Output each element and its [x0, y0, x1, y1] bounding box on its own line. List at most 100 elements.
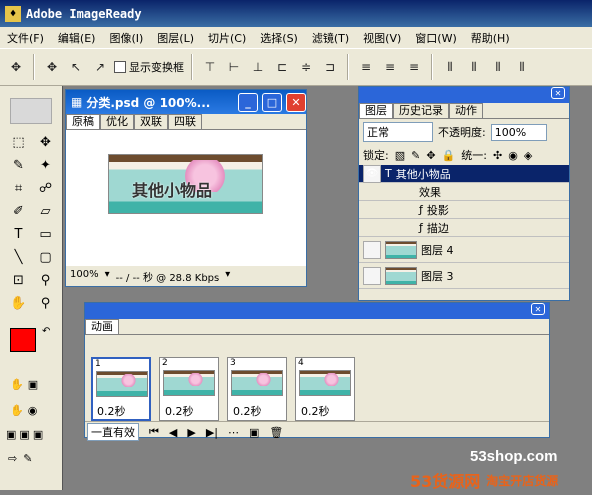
tab-history[interactable]: 历史记录	[393, 103, 449, 118]
distribute-extra-icon[interactable]: ⫴	[512, 57, 532, 77]
effect-shadow-row[interactable]: ƒ 投影	[359, 201, 569, 219]
zoom-select[interactable]: 100%	[70, 269, 99, 284]
move-option-icon[interactable]: ✥	[42, 57, 62, 77]
minimize-button[interactable]: _	[238, 92, 258, 112]
show-transform-checkbox[interactable]: 显示变换框	[114, 59, 184, 75]
browser-preview-icon[interactable]: ◉	[28, 404, 38, 424]
palette-close-button[interactable]: ✕	[551, 87, 565, 99]
maximize-button[interactable]: □	[262, 92, 282, 112]
brush-tool-icon[interactable]: ✐	[6, 201, 31, 221]
line-tool-icon[interactable]: ╲	[6, 247, 31, 267]
zoom-tool-icon[interactable]: ⚲	[33, 293, 58, 313]
swap-colors-icon[interactable]: ↶	[42, 326, 50, 337]
hand-toggle-icon[interactable]: ✋	[10, 378, 24, 398]
checkbox-icon[interactable]	[114, 61, 126, 73]
edit-in-icon[interactable]: ✎	[23, 452, 32, 465]
move-tool-icon[interactable]: ✥	[6, 57, 26, 77]
crop2-tool-icon[interactable]: ⊡	[6, 270, 31, 290]
status-dropdown-icon[interactable]: ▾	[225, 269, 230, 284]
align-right-icon[interactable]: ⊐	[320, 57, 340, 77]
marquee-tool-icon[interactable]: ⬚	[6, 132, 31, 152]
crop-tool-icon[interactable]: ⌗	[6, 178, 31, 198]
menu-image[interactable]: 图像(I)	[102, 30, 150, 46]
hand-tool-icon[interactable]: ✋	[6, 293, 31, 313]
next-frame-icon[interactable]: ▶|	[206, 426, 218, 439]
frame-2-delay[interactable]: 0.2秒	[165, 403, 194, 419]
zoom-dropdown-icon[interactable]: ▾	[105, 269, 110, 284]
layer-row-4[interactable]: 图层 4	[359, 237, 569, 263]
lock-move-icon[interactable]: ✥	[426, 149, 435, 162]
foreground-color-swatch[interactable]	[10, 328, 36, 352]
rectangle-tool-icon[interactable]: ▭	[33, 224, 58, 244]
tab-optimized[interactable]: 优化	[100, 114, 134, 129]
menu-view[interactable]: 视图(V)	[356, 30, 408, 46]
canvas-area[interactable]: 其他小物品	[66, 130, 306, 266]
distribute-top-icon[interactable]: ≡	[356, 57, 376, 77]
shape-tool-icon[interactable]: ▢	[33, 247, 58, 267]
lock-all-icon[interactable]: 🔒	[442, 149, 456, 162]
slice-tool-icon[interactable]: ☍	[33, 178, 58, 198]
duplicate-frame-icon[interactable]: ▣	[249, 426, 259, 439]
menu-select[interactable]: 选择(S)	[253, 30, 305, 46]
move-tool-icon[interactable]: ✥	[33, 132, 58, 152]
unify-style-icon[interactable]: ◈	[524, 149, 532, 162]
menu-help[interactable]: 帮助(H)	[464, 30, 517, 46]
play-icon[interactable]: ▶	[187, 426, 195, 439]
delete-frame-icon[interactable]: 🗑	[269, 426, 283, 439]
first-frame-icon[interactable]: ⏮	[149, 425, 159, 439]
text-tool-icon[interactable]: T	[6, 224, 31, 244]
eyedropper-tool-icon[interactable]: ⚲	[33, 270, 58, 290]
unify-position-icon[interactable]: ✣	[493, 149, 502, 162]
align-center-icon[interactable]: ≑	[296, 57, 316, 77]
distribute-bottom-icon[interactable]: ≡	[404, 57, 424, 77]
tab-actions[interactable]: 动作	[449, 103, 483, 118]
lock-brush-icon[interactable]: ✎	[411, 149, 420, 162]
eraser-tool-icon[interactable]: ▱	[33, 201, 58, 221]
align-middle-icon[interactable]: ⊢	[224, 57, 244, 77]
palette-close-button[interactable]: ✕	[531, 303, 545, 315]
tab-2up[interactable]: 双联	[134, 114, 168, 129]
opacity-input[interactable]: 100%	[490, 123, 547, 141]
wand-tool-icon[interactable]: ✦	[33, 155, 58, 175]
hand2-icon[interactable]: ✋	[10, 404, 24, 424]
align-top-icon[interactable]: ⊤	[200, 57, 220, 77]
menu-window[interactable]: 窗口(W)	[408, 30, 463, 46]
visibility-eye-icon[interactable]: 👁	[363, 164, 381, 183]
tab-animation[interactable]: 动画	[85, 319, 119, 334]
menu-file[interactable]: 文件(F)	[0, 30, 51, 46]
tween-icon[interactable]: ⋯	[228, 426, 239, 439]
close-button[interactable]: ✕	[286, 92, 306, 112]
tab-4up[interactable]: 四联	[168, 114, 202, 129]
layer-row-text[interactable]: 👁 T 其他小物品	[359, 164, 569, 183]
align-left-icon[interactable]: ⊏	[272, 57, 292, 77]
align-bottom-icon[interactable]: ⊥	[248, 57, 268, 77]
distribute-right-icon[interactable]: ⫴	[488, 57, 508, 77]
distribute-middle-icon[interactable]: ≡	[380, 57, 400, 77]
lasso-tool-icon[interactable]: ✎	[6, 155, 31, 175]
effects-row[interactable]: 效果	[359, 183, 569, 201]
screen-mode-3-icon[interactable]: ▣	[33, 428, 43, 441]
frame-1-delay[interactable]: 0.2秒	[97, 403, 126, 419]
menu-layer[interactable]: 图层(L)	[150, 30, 201, 46]
pointer-icon[interactable]: ↖	[66, 57, 86, 77]
loop-select[interactable]: 一直有效	[87, 423, 139, 441]
menu-edit[interactable]: 编辑(E)	[51, 30, 103, 46]
distribute-hcenter-icon[interactable]: ⫴	[464, 57, 484, 77]
lock-transparency-icon[interactable]: ▧	[395, 149, 405, 162]
frame-3-delay[interactable]: 0.2秒	[233, 403, 262, 419]
tab-layers[interactable]: 图层	[359, 103, 393, 118]
tab-original[interactable]: 原稿	[66, 114, 100, 129]
unify-visibility-icon[interactable]: ◉	[508, 149, 518, 162]
menu-slice[interactable]: 切片(C)	[201, 30, 253, 46]
layer-row-3[interactable]: 图层 3	[359, 263, 569, 289]
frame-4-delay[interactable]: 0.2秒	[301, 403, 330, 419]
blend-mode-select[interactable]: 正常	[363, 122, 433, 142]
menu-filter[interactable]: 滤镜(T)	[305, 30, 356, 46]
screen-mode-1-icon[interactable]: ▣	[6, 428, 16, 441]
visibility-eye-icon[interactable]	[363, 240, 381, 259]
distribute-left-icon[interactable]: ⫴	[440, 57, 460, 77]
visibility-eye-icon[interactable]	[363, 266, 381, 285]
download-status[interactable]: -- / -- 秒 @ 28.8 Kbps	[116, 269, 220, 284]
effect-stroke-row[interactable]: ƒ 描边	[359, 219, 569, 237]
preview-toggle-icon[interactable]: ▣	[28, 378, 38, 398]
